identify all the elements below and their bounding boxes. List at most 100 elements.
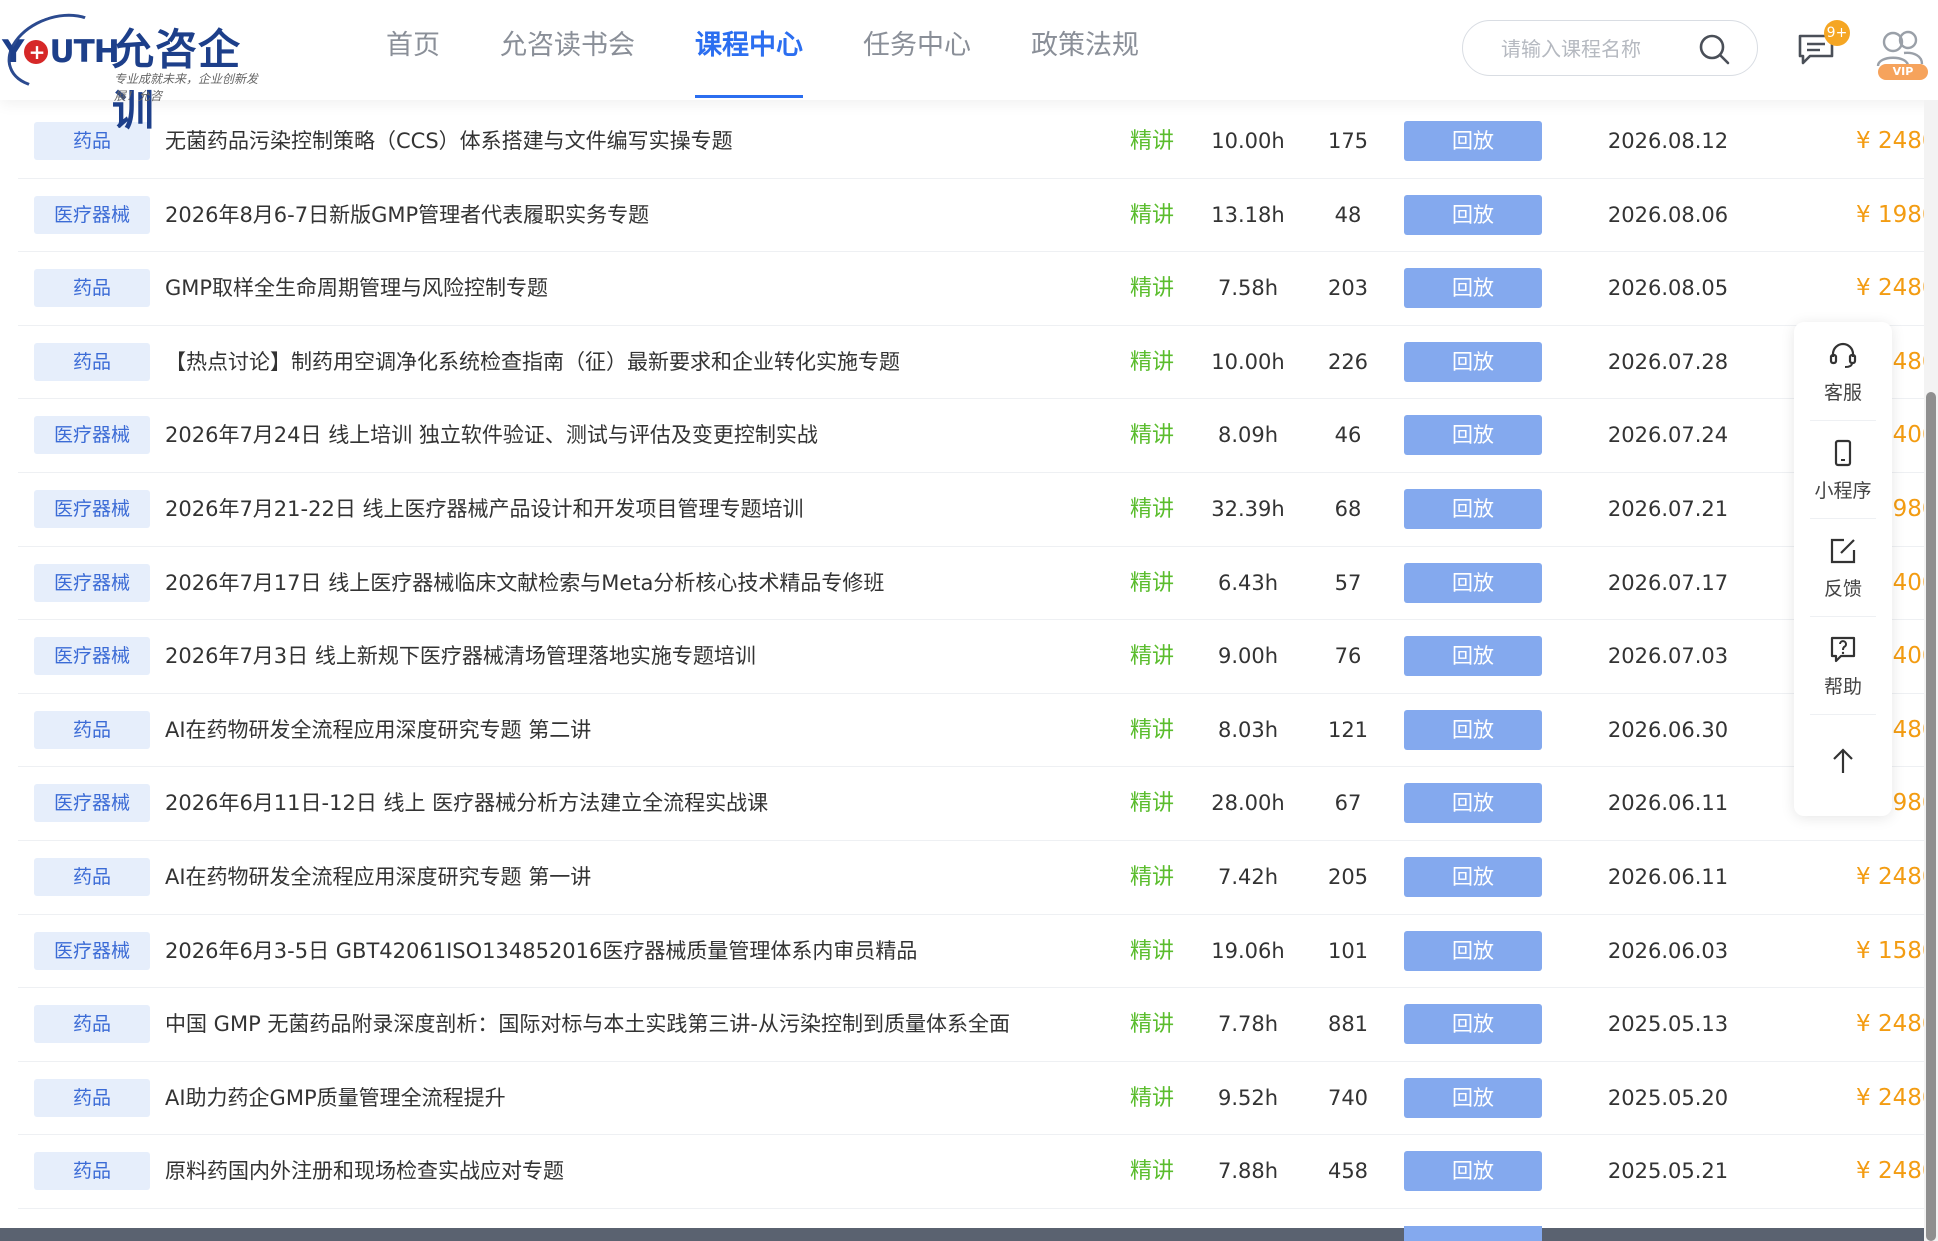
feedback-button[interactable]: 反馈 (1794, 518, 1892, 616)
course-view-count: 101 (1327, 938, 1369, 963)
course-view-count: 121 (1327, 717, 1369, 742)
course-category-tag: 药品 (34, 710, 150, 749)
course-type: 精讲 (1129, 791, 1174, 817)
course-date: 2026.08.06 (1607, 202, 1729, 227)
site-logo[interactable]: Y + UTH 允咨企训 专业成就未来，企业创新发展！允咨 (0, 0, 280, 135)
course-view-count: 458 (1327, 1159, 1369, 1184)
replay-button[interactable]: 回放 (1404, 783, 1542, 824)
course-view-count: 205 (1327, 864, 1369, 889)
course-title[interactable]: 中国 GMP 无菌药品附录深度剖析：国际对标与本土实践第三讲-从污染控制到质量体… (165, 988, 1085, 1061)
course-view-count: 203 (1327, 276, 1369, 301)
customer-service-button[interactable]: 客服 (1794, 322, 1892, 420)
course-title[interactable]: 2026年7月24日 线上培训 独立软件验证、测试与评估及变更控制实战 (165, 399, 1085, 472)
course-category-tag: 医疗器械 (34, 489, 150, 528)
course-title[interactable]: 2026年6月11日-12日 线上 医疗器械分析方法建立全流程实战课 (165, 767, 1085, 840)
replay-button-partial[interactable] (1404, 1226, 1542, 1241)
course-title[interactable]: 2026年6月3-5日 GBT42061ISO134852016医疗器械质量管理… (165, 915, 1085, 988)
course-view-count: 881 (1327, 1012, 1369, 1037)
back-to-top-button[interactable] (1794, 714, 1892, 812)
course-type: 精讲 (1129, 717, 1174, 743)
course-view-count: 48 (1334, 202, 1362, 227)
course-duration: 13.18h (1211, 202, 1285, 227)
replay-button[interactable]: 回放 (1404, 1004, 1542, 1045)
replay-button[interactable]: 回放 (1404, 488, 1542, 529)
replay-button[interactable]: 回放 (1404, 1077, 1542, 1118)
course-row: 医疗器械 2026年7月24日 线上培训 独立软件验证、测试与评估及变更控制实战… (18, 399, 1938, 473)
nav-course-center[interactable]: 课程中心 (695, 0, 803, 100)
course-row: 药品 无菌药品污染控制策略（CCS）体系搭建与文件编写实操专题 精讲 10.00… (18, 105, 1938, 179)
logo-tagline: 专业成就未来，企业创新发展！允咨 (114, 72, 259, 103)
course-category-tag: 药品 (34, 1152, 150, 1191)
replay-button[interactable]: 回放 (1404, 194, 1542, 235)
arrow-up-icon (1833, 748, 1853, 773)
course-view-count: 57 (1334, 570, 1362, 595)
course-title[interactable]: AI在药物研发全流程应用深度研究专题 第二讲 (165, 694, 1085, 767)
course-row: 药品 原料药国内外注册和现场检查实战应对专题 精讲 7.88h 458 回放 2… (18, 1135, 1938, 1209)
nav-home[interactable]: 首页 (386, 0, 440, 100)
course-duration: 7.78h (1217, 1012, 1279, 1037)
course-type: 精讲 (1129, 864, 1174, 890)
course-date: 2025.05.13 (1607, 1012, 1729, 1037)
help-button[interactable]: 帮助 (1794, 616, 1892, 714)
course-duration: 10.00h (1211, 349, 1285, 374)
course-category-tag: 药品 (34, 269, 150, 308)
course-title[interactable]: AI在药物研发全流程应用深度研究专题 第一讲 (165, 841, 1085, 914)
replay-button[interactable]: 回放 (1404, 121, 1542, 161)
course-title[interactable]: 2026年8月6-7日新版GMP管理者代表履职实务专题 (165, 179, 1085, 252)
search-icon[interactable] (1697, 32, 1731, 66)
course-row: 药品 GMP取样全生命周期管理与风险控制专题 精讲 7.58h 203 回放 2… (18, 252, 1938, 326)
top-header: Y + UTH 允咨企训 专业成就未来，企业创新发展！允咨 首页 允咨读书会 课程中… (0, 0, 1938, 135)
replay-button[interactable]: 回放 (1404, 268, 1542, 309)
course-title[interactable]: 2026年7月3日 线上新规下医疗器械清场管理落地实施专题培训 (165, 620, 1085, 693)
course-row: 医疗器械 2026年7月21-22日 线上医疗器械产品设计和开发项目管理专题培训… (18, 473, 1938, 547)
replay-button[interactable]: 回放 (1404, 930, 1542, 971)
course-type: 精讲 (1129, 349, 1174, 375)
course-category-tag: 药品 (34, 1078, 150, 1117)
replay-button[interactable]: 回放 (1404, 636, 1542, 677)
course-category-tag: 医疗器械 (34, 784, 150, 823)
side-label: 帮助 (1823, 676, 1862, 698)
course-duration: 32.39h (1211, 496, 1285, 521)
nav-book-club[interactable]: 允咨读书会 (500, 0, 635, 100)
course-date: 2025.05.21 (1607, 1159, 1729, 1184)
course-view-count: 68 (1334, 496, 1362, 521)
course-date: 2026.08.05 (1607, 276, 1729, 301)
replay-button[interactable]: 回放 (1404, 562, 1542, 603)
course-duration: 8.09h (1217, 423, 1279, 448)
course-date: 2026.07.03 (1607, 644, 1729, 669)
course-duration: 10.00h (1211, 129, 1285, 153)
main-nav: 首页 允咨读书会 课程中心 任务中心 政策法规 (386, 0, 1199, 100)
course-date: 2026.07.21 (1607, 496, 1729, 521)
course-category-tag: 医疗器械 (34, 416, 150, 455)
replay-button[interactable]: 回放 (1404, 856, 1542, 897)
nav-task-center[interactable]: 任务中心 (863, 0, 971, 100)
replay-button[interactable]: 回放 (1404, 415, 1542, 456)
course-title[interactable]: 2026年7月21-22日 线上医疗器械产品设计和开发项目管理专题培训 (165, 473, 1085, 546)
course-list: 药品 无菌药品污染控制策略（CCS）体系搭建与文件编写实操专题 精讲 10.00… (18, 105, 1938, 1209)
course-title[interactable]: GMP取样全生命周期管理与风险控制专题 (165, 252, 1085, 325)
course-category-tag: 药品 (34, 857, 150, 896)
mini-program-button[interactable]: 小程序 (1794, 420, 1892, 518)
replay-button[interactable]: 回放 (1404, 1151, 1542, 1192)
course-title[interactable]: 无菌药品污染控制策略（CCS）体系搭建与文件编写实操专题 (165, 105, 1085, 178)
help-icon (1830, 636, 1856, 663)
course-type: 精讲 (1129, 276, 1174, 302)
course-title[interactable]: 【热点讨论】制药用空调净化系统检查指南（征）最新要求和企业转化实施专题 (165, 326, 1085, 399)
course-date: 2026.07.17 (1607, 570, 1729, 595)
course-duration: 9.00h (1217, 644, 1279, 669)
search-input[interactable] (1499, 33, 1693, 65)
scrollbar-thumb[interactable] (1926, 392, 1936, 1241)
vip-badge: VIP (1878, 64, 1928, 80)
course-search (1462, 20, 1758, 76)
phone-icon (1834, 439, 1852, 467)
course-title[interactable]: 2026年7月17日 线上医疗器械临床文献检索与Meta分析核心技术精品专修班 (165, 547, 1085, 620)
message-badge: 9+ (1824, 20, 1850, 46)
replay-button[interactable]: 回放 (1404, 341, 1542, 382)
course-title[interactable]: AI助力药企GMP质量管理全流程提升 (165, 1062, 1085, 1135)
nav-policies[interactable]: 政策法规 (1031, 0, 1139, 100)
course-row: 医疗器械 2026年7月17日 线上医疗器械临床文献检索与Meta分析核心技术精… (18, 547, 1938, 621)
replay-button[interactable]: 回放 (1404, 709, 1542, 750)
edit-icon (1830, 538, 1856, 564)
course-title[interactable]: 原料药国内外注册和现场检查实战应对专题 (165, 1135, 1085, 1208)
course-duration: 28.00h (1211, 791, 1285, 816)
